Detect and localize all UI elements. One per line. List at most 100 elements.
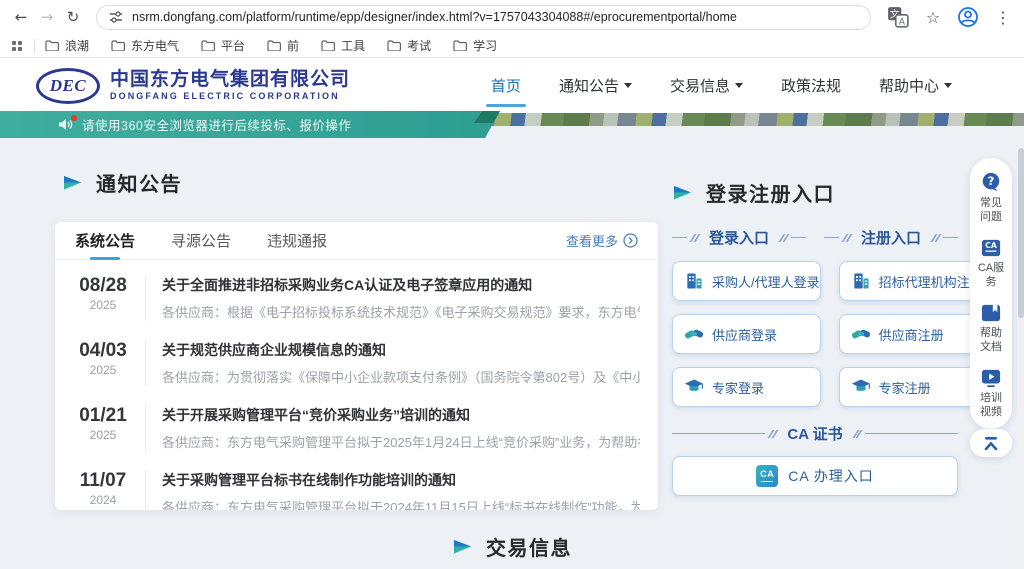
bookmark-label: 平台 (221, 37, 245, 54)
bookmark-folder[interactable]: 浪潮 (45, 37, 89, 54)
section-arrow-icon (452, 538, 473, 555)
expert-register-button[interactable]: 专家注册 (839, 367, 984, 407)
entry-section: 登录注册入口 登录入口 注册入口 (672, 178, 958, 496)
translate-icon[interactable]: 文 A (887, 6, 909, 28)
bookmark-folder[interactable]: 平台 (201, 37, 245, 54)
building-icon (684, 271, 704, 291)
buyer-agent-login-button[interactable]: 采购人/代理人登录 (672, 261, 821, 301)
dec-logo[interactable]: DEC (36, 68, 100, 104)
ca-card-icon: CA (756, 465, 778, 487)
document-icon (980, 303, 1002, 323)
menu-dots-icon[interactable]: ⋮ (992, 6, 1014, 28)
scroll-to-top-button[interactable] (970, 429, 1012, 457)
notice-row[interactable]: 04/03 2025 关于规范供应商企业规模信息的通知 各供应商：为贯彻落实《保… (55, 330, 658, 395)
chevron-down-icon (624, 83, 632, 88)
trade-section-title: 交易信息 (452, 532, 572, 561)
notice-body: 关于全面推进非招标采购业务CA认证及电子签章应用的通知 各供应商：根据《电子招标… (145, 275, 640, 321)
notice-excerpt: 各供应商：根据《电子招标投标系统技术规范》《电子采购交易规范》要求，东方电气采购… (162, 302, 640, 321)
tab-violation-reports[interactable]: 违规通报 (267, 222, 327, 259)
ca-subheader: CA 证书 (672, 423, 958, 444)
notice-row[interactable]: 11/07 2024 关于采购管理平台标书在线制作功能培训的通知 各供应商：东方… (55, 460, 658, 510)
folder-icon (201, 40, 215, 51)
notice-date: 01/21 2025 (61, 405, 145, 443)
graduation-cap-icon (684, 377, 704, 397)
notice-title[interactable]: 关于全面推进非招标采购业务CA认证及电子签章应用的通知 (162, 275, 640, 295)
bookmark-label: 学习 (473, 37, 497, 54)
bookmark-folder[interactable]: 东方电气 (111, 37, 179, 54)
site-settings-icon[interactable] (109, 10, 123, 24)
help-docs-item[interactable]: 帮助文档 (977, 303, 1005, 354)
nav-item-notices[interactable]: 通知公告 (559, 75, 632, 96)
bookmark-folder[interactable]: 工具 (321, 37, 365, 54)
circle-arrow-icon (623, 233, 638, 248)
notice-row[interactable]: 08/28 2025 关于全面推进非招标采购业务CA认证及电子签章应用的通知 各… (55, 265, 658, 330)
bookmark-label: 东方电气 (131, 37, 179, 54)
browser-toolbar: ← → ↻ nsrm.dongfang.com/platform/runtime… (0, 0, 1024, 34)
notice-title[interactable]: 关于开展采购管理平台“竞价采购业务”培训的通知 (162, 405, 640, 425)
tab-system-notices[interactable]: 系统公告 (75, 222, 135, 259)
company-name: 中国东方电气集团有限公司 DONGFANG ELECTRIC CORPORATI… (110, 69, 350, 102)
collapse-top-icon (982, 436, 1000, 451)
notice-date: 08/28 2025 (61, 275, 145, 313)
video-icon (980, 368, 1002, 388)
quick-access-bar: ? 常见问题 CA CA服务 帮助文档 (970, 158, 1012, 429)
faq-item[interactable]: ? 常见问题 (977, 171, 1005, 224)
divider (34, 39, 35, 53)
notices-section-title: 通知公告 (62, 168, 182, 197)
scrollbar-thumb[interactable] (1018, 148, 1024, 318)
training-videos-item[interactable]: 培训视频 (977, 368, 1005, 419)
bookmark-folder[interactable]: 考试 (387, 37, 431, 54)
main-content: 通知公告 系统公告 寻源公告 违规通报 查看更多 08/28 (0, 126, 1024, 569)
toolbar-actions: 文 A ☆ ⋮ (887, 6, 1014, 28)
ca-service-item[interactable]: CA CA服务 (977, 238, 1005, 289)
view-more-link[interactable]: 查看更多 (566, 231, 638, 250)
notices-card: 系统公告 寻源公告 违规通报 查看更多 08/28 2025 (55, 222, 658, 510)
supplier-login-button[interactable]: 供应商登录 (672, 314, 821, 354)
folder-icon (45, 40, 59, 51)
apps-icon[interactable] (12, 41, 22, 51)
profile-avatar-icon[interactable] (957, 6, 979, 28)
back-icon[interactable]: ← (8, 4, 34, 30)
expert-login-button[interactable]: 专家登录 (672, 367, 821, 407)
bookmark-label: 浪潮 (65, 37, 89, 54)
folder-icon (453, 40, 467, 51)
nav-item-policy[interactable]: 政策法规 (781, 75, 841, 96)
nav-item-trade[interactable]: 交易信息 (670, 75, 743, 96)
main-nav: 首页 通知公告 交易信息 政策法规 帮助中心 (491, 75, 952, 96)
bookmarks-bar: 浪潮 东方电气 平台 前 工具 考试 学习 (0, 34, 1024, 58)
company-name-cn: 中国东方电气集团有限公司 (110, 69, 350, 91)
folder-icon (387, 40, 401, 51)
notice-excerpt: 各供应商：为贯彻落实《保障中小企业款项支付条例》（国务院令第802号）及《中小企… (162, 367, 640, 386)
bookmark-label: 工具 (341, 37, 365, 54)
graduation-cap-icon (851, 377, 871, 397)
entry-section-title: 登录注册入口 (672, 178, 958, 207)
nav-item-home[interactable]: 首页 (491, 75, 521, 96)
site-header: DEC 中国东方电气集团有限公司 DONGFANG ELECTRIC CORPO… (0, 58, 1024, 113)
forward-icon[interactable]: → (34, 4, 60, 30)
bookmark-star-icon[interactable]: ☆ (922, 6, 944, 28)
bookmark-label: 前 (287, 37, 299, 54)
handshake-icon (851, 324, 871, 344)
nav-item-help[interactable]: 帮助中心 (879, 75, 952, 96)
page: ← → ↻ nsrm.dongfang.com/platform/runtime… (0, 0, 1024, 569)
speaker-icon (58, 118, 73, 131)
address-bar[interactable]: nsrm.dongfang.com/platform/runtime/epp/d… (96, 5, 871, 30)
supplier-register-button[interactable]: 供应商注册 (839, 314, 984, 354)
alert-dot (71, 115, 77, 121)
entry-subheaders: 登录入口 注册入口 (672, 227, 958, 248)
bidding-agency-register-button[interactable]: 招标代理机构注册 (839, 261, 984, 301)
notice-body: 关于采购管理平台标书在线制作功能培训的通知 各供应商：东方电气采购管理平台拟于2… (145, 470, 640, 510)
notice-title[interactable]: 关于采购管理平台标书在线制作功能培训的通知 (162, 470, 640, 490)
scrollbar-track[interactable] (1017, 126, 1024, 569)
notice-row[interactable]: 01/21 2025 关于开展采购管理平台“竞价采购业务”培训的通知 各供应商：… (55, 395, 658, 460)
login-subheader: 登录入口 (672, 227, 806, 248)
notice-title[interactable]: 关于规范供应商企业规模信息的通知 (162, 340, 640, 360)
chevron-down-icon (944, 83, 952, 88)
bookmark-folder[interactable]: 前 (267, 37, 299, 54)
svg-text:CA: CA (985, 241, 997, 250)
reload-icon[interactable]: ↻ (60, 4, 86, 30)
notice-body: 关于开展采购管理平台“竞价采购业务”培训的通知 各供应商：东方电气采购管理平台拟… (145, 405, 640, 451)
ca-apply-button[interactable]: CA CA 办理入口 (672, 456, 958, 496)
tab-sourcing-notices[interactable]: 寻源公告 (171, 222, 231, 259)
bookmark-folder[interactable]: 学习 (453, 37, 497, 54)
